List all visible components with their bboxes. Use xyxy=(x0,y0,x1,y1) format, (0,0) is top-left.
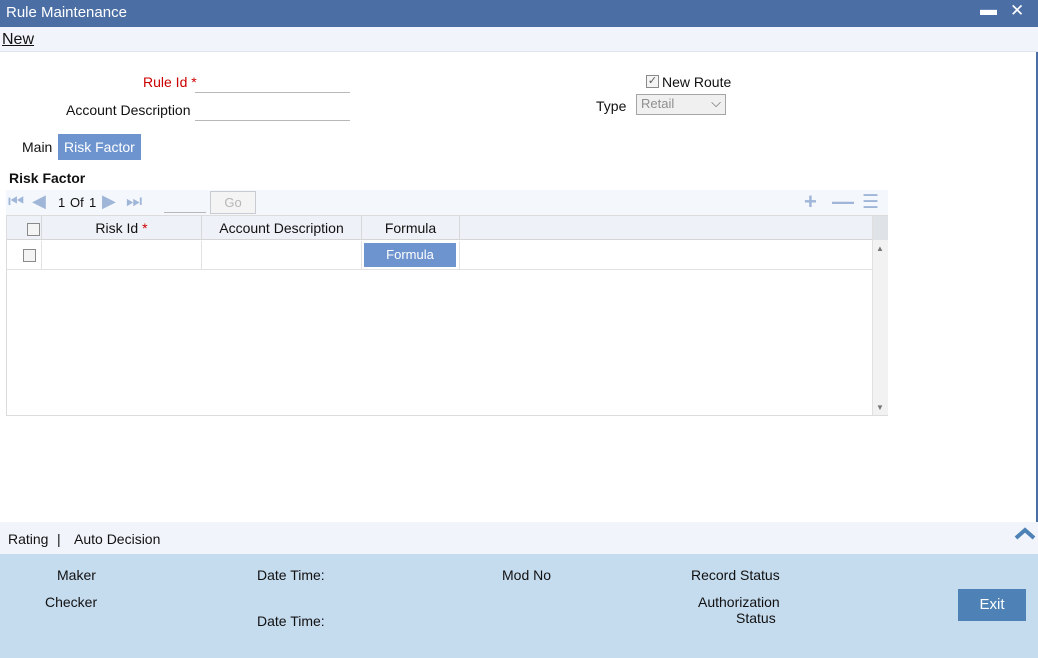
auto-decision-link[interactable]: Auto Decision xyxy=(74,531,160,547)
menu-bar: New xyxy=(0,27,1038,52)
tab-risk-factor[interactable]: Risk Factor xyxy=(58,134,141,160)
window-title: Rule Maintenance xyxy=(6,4,127,21)
account-description-input[interactable] xyxy=(195,101,350,121)
last-page-icon[interactable]: ⏭ xyxy=(126,191,142,212)
next-page-icon[interactable]: ▶ xyxy=(102,191,116,212)
minimize-icon[interactable]: ▬ xyxy=(980,0,997,20)
grid-scrollbar[interactable]: ▲ ▼ xyxy=(872,216,888,415)
single-view-icon[interactable]: ☰ xyxy=(862,191,879,214)
title-bar: Rule Maintenance ▬ ✕ xyxy=(0,0,1038,27)
rule-id-input[interactable] xyxy=(195,73,350,93)
prev-page-icon[interactable]: ◀ xyxy=(32,191,46,212)
type-select-value: Retail xyxy=(641,96,675,111)
new-route-checkbox[interactable]: ✓ xyxy=(646,75,659,88)
first-page-icon[interactable]: ⏮ xyxy=(8,191,24,212)
rule-id-label-text: Rule Id xyxy=(143,74,188,90)
delete-row-icon[interactable]: — xyxy=(832,189,854,215)
risk-factor-grid: Risk Id * Account Description Formula Fo… xyxy=(6,215,888,416)
header-select-cell xyxy=(7,216,42,240)
formula-button[interactable]: Formula xyxy=(364,243,456,267)
page-number-input[interactable] xyxy=(164,192,206,213)
authorization-label: Authorization xyxy=(698,594,780,610)
collapse-icon[interactable] xyxy=(1014,526,1036,540)
subfooter-separator: | xyxy=(57,531,61,547)
exit-button[interactable]: Exit xyxy=(958,589,1026,621)
chevron-down-icon: ⌵ xyxy=(711,95,721,110)
rating-link[interactable]: Rating xyxy=(8,531,48,547)
row-select-checkbox[interactable] xyxy=(23,249,36,262)
maker-label: Maker xyxy=(57,567,96,583)
checker-date-time-label: Date Time: xyxy=(257,613,325,629)
account-description-label: Account Description xyxy=(66,102,191,118)
risk-factor-section-title: Risk Factor xyxy=(9,170,86,186)
table-row: Formula xyxy=(7,241,872,270)
go-button[interactable]: Go xyxy=(210,191,256,214)
new-route-label: New Route xyxy=(662,74,732,90)
column-formula[interactable]: Formula xyxy=(362,216,460,240)
new-link[interactable]: New xyxy=(2,31,34,49)
record-status-label: Record Status xyxy=(691,567,780,583)
required-mark: * xyxy=(142,220,148,236)
column-account-description[interactable]: Account Description xyxy=(202,216,362,240)
type-label: Type xyxy=(596,98,627,114)
pager-current: 1 xyxy=(58,195,66,210)
mod-no-label: Mod No xyxy=(502,567,552,583)
grid-toolbar: ⏮ ◀ 1 Of 1 ▶ ⏭ Go + — ☰ xyxy=(6,189,888,215)
tab-main[interactable]: Main xyxy=(16,134,58,160)
scroll-down-icon[interactable]: ▼ xyxy=(876,403,884,412)
rule-id-label: Rule Id * xyxy=(143,74,197,90)
authorization-status-label: Status xyxy=(736,610,776,626)
close-icon[interactable]: ✕ xyxy=(1010,1,1024,21)
row-select-cell xyxy=(7,241,42,270)
subfooter-bar: Rating | Auto Decision xyxy=(0,522,1038,554)
maker-date-time-label: Date Time: xyxy=(257,567,325,583)
risk-id-cell[interactable] xyxy=(42,241,202,270)
column-risk-id-label: Risk Id xyxy=(95,220,139,236)
grid-header: Risk Id * Account Description Formula xyxy=(7,216,872,240)
type-select[interactable]: Retail ⌵ xyxy=(636,94,726,115)
column-risk-id[interactable]: Risk Id * xyxy=(42,216,202,240)
add-row-icon[interactable]: + xyxy=(804,189,817,215)
account-description-cell[interactable] xyxy=(202,241,362,270)
pager-of-label: Of xyxy=(70,195,84,210)
select-all-checkbox[interactable] xyxy=(27,223,40,236)
formula-cell: Formula xyxy=(362,241,460,270)
scrollbar-thumb[interactable] xyxy=(873,216,888,240)
scroll-up-icon[interactable]: ▲ xyxy=(876,244,884,253)
pager-total: 1 xyxy=(89,195,97,210)
checker-label: Checker xyxy=(45,594,98,610)
